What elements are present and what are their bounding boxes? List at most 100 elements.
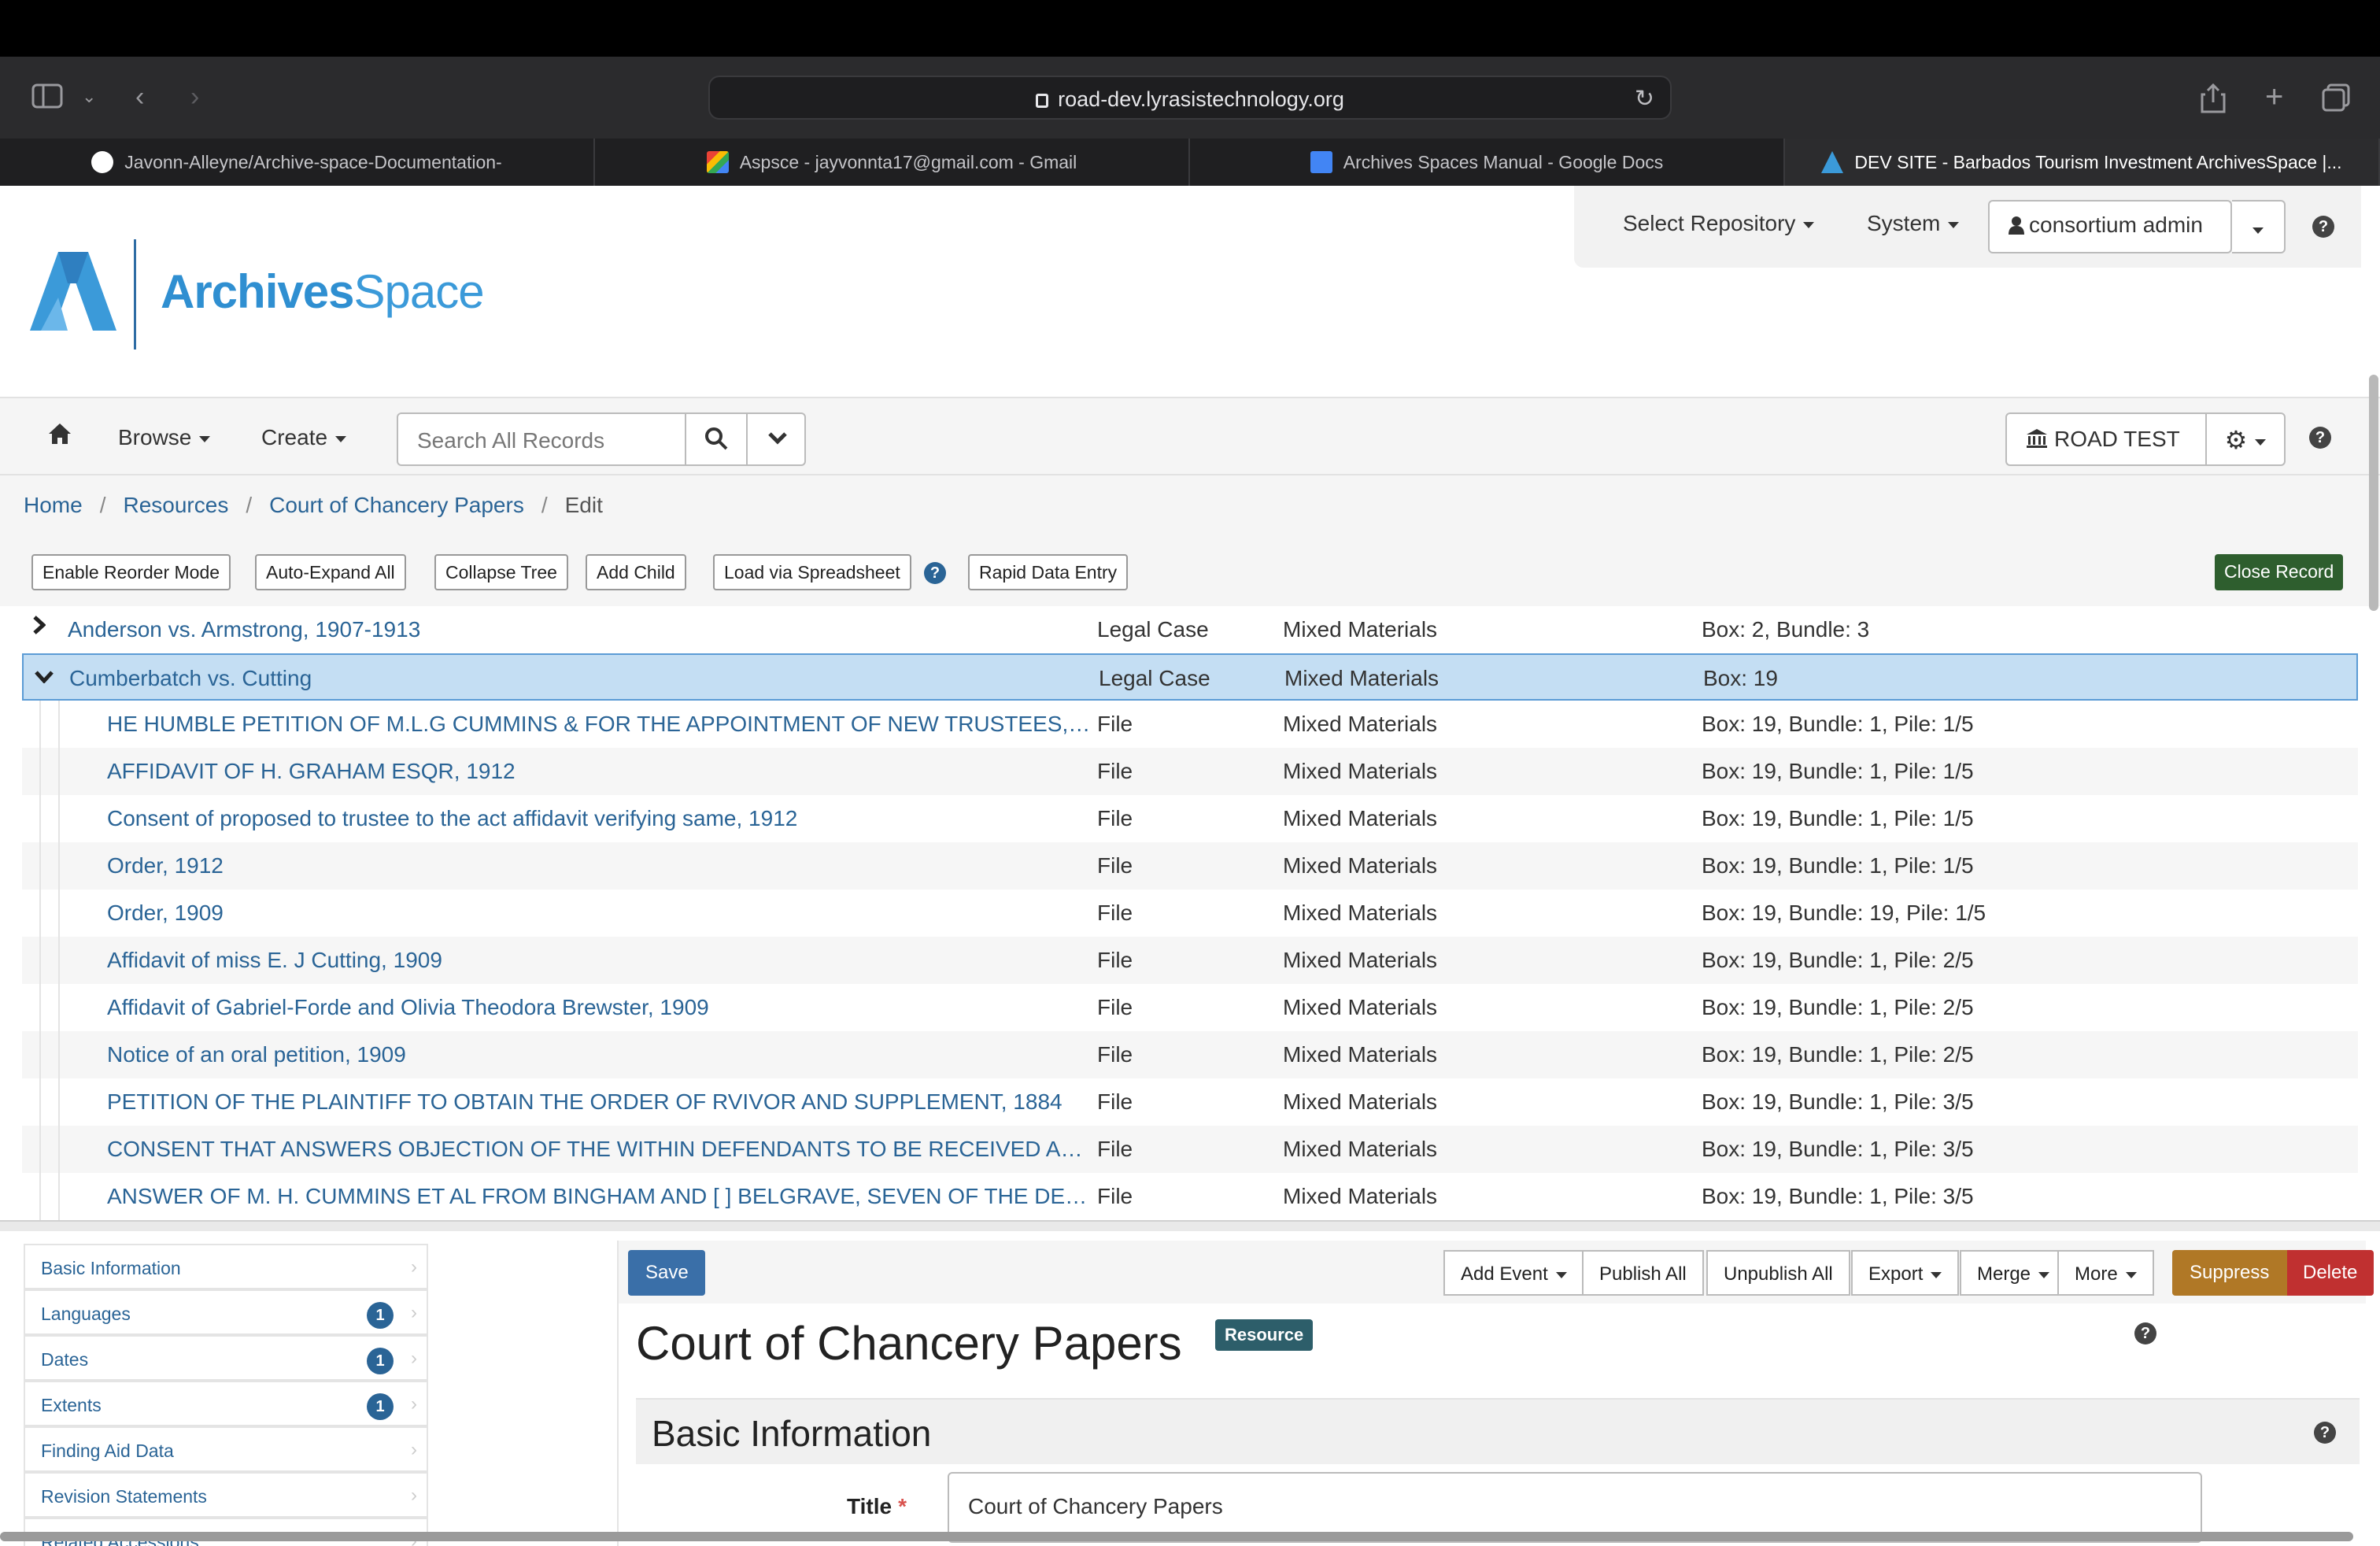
- settings-menu-button[interactable]: ⚙: [2205, 412, 2286, 466]
- close-record-button[interactable]: Close Record: [2215, 554, 2344, 590]
- system-menu[interactable]: System: [1867, 211, 1960, 236]
- page: ArchivesSpace Select Repository System c…: [0, 186, 2380, 1546]
- help-icon[interactable]: ?: [2314, 1422, 2336, 1444]
- count-badge: 1: [367, 1393, 394, 1420]
- tree-node-title[interactable]: ANSWER OF M. H. CUMMINS ET AL FROM BINGH…: [107, 1184, 1096, 1209]
- tree-node-title[interactable]: Affidavit of miss E. J Cutting, 1909: [107, 948, 1096, 973]
- collapse-tree-button[interactable]: Collapse Tree: [434, 554, 568, 590]
- breadcrumb-home[interactable]: Home: [24, 493, 83, 517]
- delete-button[interactable]: Delete: [2287, 1250, 2374, 1296]
- tree-node-title[interactable]: Notice of an oral petition, 1909: [107, 1042, 1096, 1067]
- tree-row[interactable]: Notice of an oral petition, 1909 File Mixe…: [22, 1031, 2358, 1078]
- tree-row[interactable]: Order, 1912 File Mixed Materials Box: 19, B…: [22, 842, 2358, 890]
- tree-row[interactable]: Affidavit of miss E. J Cutting, 1909 File…: [22, 937, 2358, 984]
- unpublish-all-button[interactable]: Unpublish All: [1706, 1250, 1850, 1296]
- search-options-button[interactable]: [746, 414, 808, 464]
- tree-node-title[interactable]: Consent of proposed to trustee to the ac…: [107, 806, 1096, 831]
- tree-row[interactable]: Cumberbatch vs. Cutting Legal Case Mixed M…: [22, 653, 2358, 701]
- rapid-data-entry-button[interactable]: Rapid Data Entry: [968, 554, 1129, 590]
- browse-menu[interactable]: Browse: [118, 425, 211, 450]
- new-tab-icon[interactable]: +: [2265, 81, 2283, 113]
- user-menu-button[interactable]: consortium admin: [1988, 200, 2232, 253]
- create-menu[interactable]: Create: [261, 425, 347, 450]
- pane-resize-handle[interactable]: [0, 1220, 2380, 1231]
- page-horizontal-scrollbar[interactable]: [0, 1532, 2353, 1541]
- tree-node-title[interactable]: PETITION OF THE PLAINTIFF TO OBTAIN THE …: [107, 1089, 1096, 1115]
- help-icon[interactable]: ?: [2309, 427, 2331, 449]
- tree-node-level: File: [1097, 853, 1133, 878]
- breadcrumb-resources[interactable]: Resources: [123, 493, 228, 517]
- page-vertical-scrollbar[interactable]: [2369, 375, 2378, 611]
- tree-row[interactable]: Anderson vs. Armstrong, 1907-1913 Legal C…: [22, 606, 2358, 653]
- home-icon[interactable]: [47, 422, 72, 451]
- form-nav-item[interactable]: Languages 1 ›: [24, 1289, 428, 1335]
- add-event-button[interactable]: Add Event: [1443, 1250, 1584, 1296]
- form-nav-item[interactable]: Extents 1 ›: [24, 1381, 428, 1426]
- tree-node-title[interactable]: Cumberbatch vs. Cutting: [69, 666, 1085, 691]
- record-tree: Anderson vs. Armstrong, 1907-1913 Legal C…: [22, 606, 2358, 1220]
- browser-tab-github[interactable]: Javonn-Alleyne/Archive-space-Documentati…: [0, 139, 595, 186]
- tree-row[interactable]: HE HUMBLE PETITION OF M.L.G CUMMINS & FO…: [22, 701, 2358, 748]
- browser-tab-google-docs[interactable]: Archives Spaces Manual - Google Docs: [1190, 139, 1785, 186]
- auto-expand-all-button[interactable]: Auto-Expand All: [255, 554, 406, 590]
- repository-button[interactable]: ROAD TEST: [2005, 412, 2207, 466]
- address-bar[interactable]: road-dev.lyrasistechnology.org ↻: [708, 76, 1672, 120]
- app-logo-text[interactable]: ArchivesSpace: [161, 264, 485, 319]
- tab-overview-icon[interactable]: [2322, 83, 2350, 117]
- tree-node-title[interactable]: HE HUMBLE PETITION OF M.L.G CUMMINS & FO…: [107, 712, 1096, 737]
- tree-row[interactable]: Consent of proposed to trustee to the ac…: [22, 795, 2358, 842]
- tree-node-title[interactable]: AFFIDAVIT OF H. GRAHAM ESQR, 1912: [107, 759, 1096, 784]
- browser-tab-archivesspace[interactable]: DEV SITE - Barbados Tourism Investment A…: [1785, 139, 2380, 186]
- tree-node-title[interactable]: Order, 1912: [107, 853, 1096, 878]
- user-dropdown-toggle[interactable]: [2232, 200, 2286, 253]
- tree-node-container: Box: 19, Bundle: 1, Pile: 3/5: [1702, 1184, 1974, 1208]
- breadcrumb-resource[interactable]: Court of Chancery Papers: [269, 493, 524, 517]
- form-nav-label: Basic Information: [41, 1258, 181, 1278]
- tree-node-title[interactable]: CONSENT THAT ANSWERS OBJECTION OF THE WI…: [107, 1137, 1096, 1162]
- tree-node-container: Box: 19, Bundle: 1, Pile: 3/5: [1702, 1137, 1974, 1161]
- share-icon[interactable]: [2201, 83, 2226, 118]
- form-nav-item[interactable]: Finding Aid Data ›: [24, 1426, 428, 1472]
- tree-node-title[interactable]: Anderson vs. Armstrong, 1907-1913: [68, 617, 1083, 642]
- tab-title: DEV SITE - Barbados Tourism Investment A…: [1854, 151, 2342, 172]
- tree-row[interactable]: AFFIDAVIT OF H. GRAHAM ESQR, 1912 File Mix…: [22, 748, 2358, 795]
- search-input[interactable]: Search All Records: [417, 428, 604, 453]
- chevron-right-icon: ›: [411, 1348, 417, 1369]
- tree-row[interactable]: ANSWER OF M. H. CUMMINS ET AL FROM BINGH…: [22, 1173, 2358, 1220]
- collapse-node-icon[interactable]: [35, 663, 54, 690]
- tree-node-title[interactable]: Order, 1909: [107, 901, 1096, 926]
- more-button[interactable]: More: [2057, 1250, 2154, 1296]
- reload-icon[interactable]: ↻: [1635, 85, 1654, 113]
- add-child-button[interactable]: Add Child: [586, 554, 686, 590]
- publish-all-button[interactable]: Publish All: [1582, 1250, 1704, 1296]
- chevron-down-icon[interactable]: ⌄: [82, 83, 96, 110]
- suppress-button[interactable]: Suppress: [2172, 1250, 2287, 1296]
- export-button[interactable]: Export: [1851, 1250, 1960, 1296]
- select-repository-menu[interactable]: Select Repository: [1623, 211, 1815, 236]
- help-icon[interactable]: ?: [2312, 216, 2334, 238]
- load-via-spreadsheet-button[interactable]: Load via Spreadsheet: [713, 554, 911, 590]
- tree-indent: [22, 748, 60, 795]
- tree-row[interactable]: CONSENT THAT ANSWERS OBJECTION OF THE WI…: [22, 1126, 2358, 1173]
- form-nav-item[interactable]: Basic Information ›: [24, 1244, 428, 1289]
- forward-icon[interactable]: ›: [190, 83, 199, 110]
- form-nav-item[interactable]: Dates 1 ›: [24, 1335, 428, 1381]
- tree-node-title[interactable]: Affidavit of Gabriel-Forde and Olivia Th…: [107, 995, 1096, 1020]
- archivesspace-logo-icon[interactable]: [30, 252, 116, 331]
- browser-tab-gmail[interactable]: Aspsce - jayvonnta17@gmail.com - Gmail: [595, 139, 1190, 186]
- help-icon[interactable]: ?: [924, 562, 946, 584]
- help-icon[interactable]: ?: [2134, 1322, 2156, 1344]
- enable-reorder-mode-button[interactable]: Enable Reorder Mode: [31, 554, 231, 590]
- tree-row[interactable]: Order, 1909 File Mixed Materials Box: 19, B…: [22, 890, 2358, 937]
- merge-button[interactable]: Merge: [1960, 1250, 2068, 1296]
- tree-row[interactable]: Affidavit of Gabriel-Forde and Olivia Th…: [22, 984, 2358, 1031]
- save-button[interactable]: Save: [628, 1250, 705, 1296]
- back-icon[interactable]: ‹: [135, 83, 144, 110]
- search-button[interactable]: [685, 414, 746, 464]
- tree-node-level: File: [1097, 995, 1133, 1019]
- form-nav-item[interactable]: Revision Statements ›: [24, 1472, 428, 1518]
- main-navbar: Browse Create Search All Records ROAD TE…: [0, 397, 2380, 475]
- sidebar-toggle-icon[interactable]: [31, 83, 63, 113]
- tree-row[interactable]: PETITION OF THE PLAINTIFF TO OBTAIN THE …: [22, 1078, 2358, 1126]
- expand-node-icon[interactable]: [33, 614, 46, 641]
